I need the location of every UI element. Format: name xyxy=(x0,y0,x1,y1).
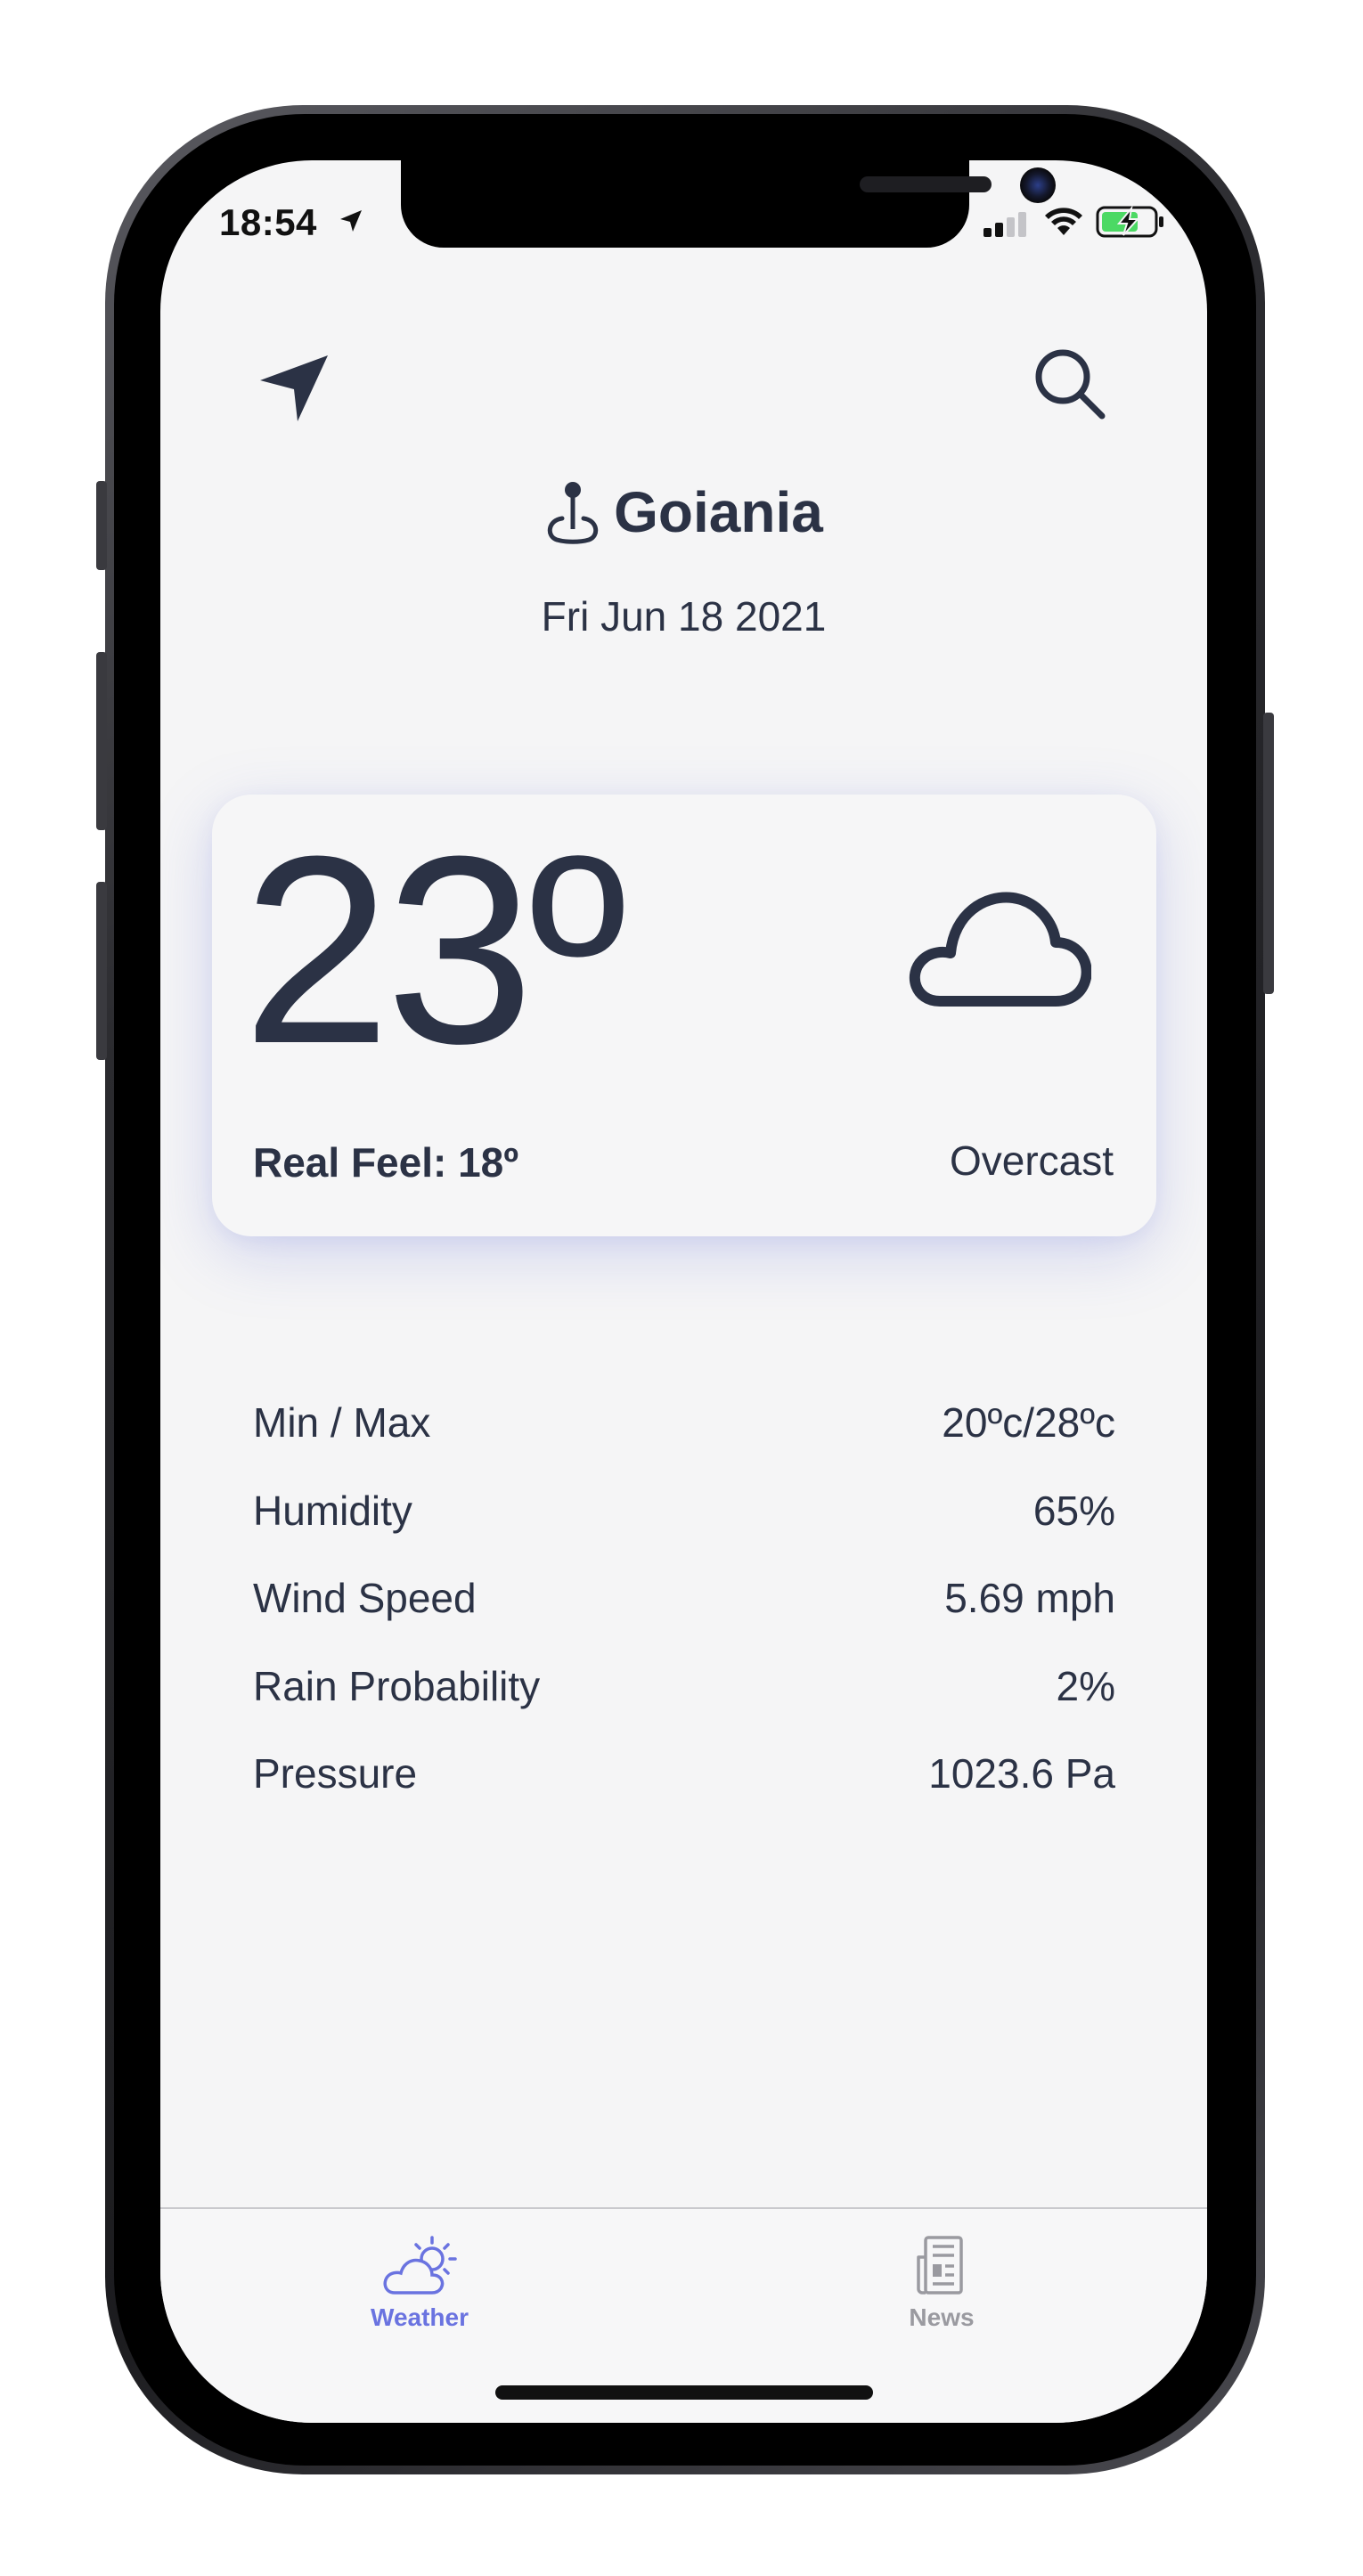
cellular-signal-icon xyxy=(983,212,1026,237)
city-header: Goiania xyxy=(160,479,1207,545)
tab-label: News xyxy=(909,2303,975,2331)
detail-row-min-max: Min / Max 20ºc/28ºc xyxy=(253,1379,1115,1467)
weather-details: Min / Max 20ºc/28ºc Humidity 65% Wind Sp… xyxy=(253,1379,1115,1818)
detail-label: Wind Speed xyxy=(253,1575,477,1622)
cloud-icon xyxy=(909,892,1091,1007)
current-weather-card: 23º Real Feel: 18º Overcast xyxy=(212,795,1156,1236)
earpiece-speaker xyxy=(860,176,992,192)
weather-condition: Overcast xyxy=(949,1137,1114,1184)
detail-row-humidity: Humidity 65% xyxy=(253,1467,1115,1555)
detail-row-rain-probability: Rain Probability 2% xyxy=(253,1643,1115,1731)
location-arrow-icon[interactable] xyxy=(257,343,337,423)
detail-label: Min / Max xyxy=(253,1399,431,1447)
tab-weather[interactable]: Weather xyxy=(331,2232,509,2332)
current-date: Fri Jun 18 2021 xyxy=(541,593,827,640)
detail-label: Pressure xyxy=(253,1750,418,1797)
detail-value: 20ºc/28ºc xyxy=(942,1399,1115,1447)
map-pin-icon xyxy=(548,482,599,544)
detail-label: Humidity xyxy=(253,1487,412,1534)
tab-label: Weather xyxy=(371,2303,469,2331)
battery-charging-icon xyxy=(1096,205,1163,238)
current-temperature: 23º xyxy=(242,800,626,1099)
detail-value: 5.69 mph xyxy=(944,1575,1115,1622)
volume-down-button xyxy=(96,882,107,1060)
detail-label: Rain Probability xyxy=(253,1662,541,1709)
real-feel: Real Feel: 18º xyxy=(253,1139,519,1186)
detail-value: 2% xyxy=(1056,1662,1115,1709)
volume-up-button xyxy=(96,652,107,830)
tab-news[interactable]: News xyxy=(853,2232,1031,2332)
wifi-icon xyxy=(1045,208,1082,235)
silent-switch xyxy=(96,481,107,570)
location-services-icon xyxy=(340,210,362,232)
screen: 18:54 Goiania Fri Jun 18 2021 23º Real F… xyxy=(160,160,1207,2423)
front-camera xyxy=(1020,167,1056,203)
status-time: 18:54 xyxy=(219,201,317,243)
detail-value: 1023.6 Pa xyxy=(928,1750,1115,1797)
detail-row-wind-speed: Wind Speed 5.69 mph xyxy=(253,1554,1115,1643)
newspaper-icon xyxy=(917,2236,963,2295)
notch xyxy=(401,160,1056,248)
detail-row-pressure: Pressure 1023.6 Pa xyxy=(253,1730,1115,1818)
home-indicator[interactable] xyxy=(495,2385,873,2400)
partly-cloudy-icon xyxy=(383,2236,457,2295)
search-icon[interactable] xyxy=(1029,343,1109,423)
power-button xyxy=(1263,713,1274,994)
city-name: Goiania xyxy=(614,480,823,544)
detail-value: 65% xyxy=(1032,1487,1115,1534)
